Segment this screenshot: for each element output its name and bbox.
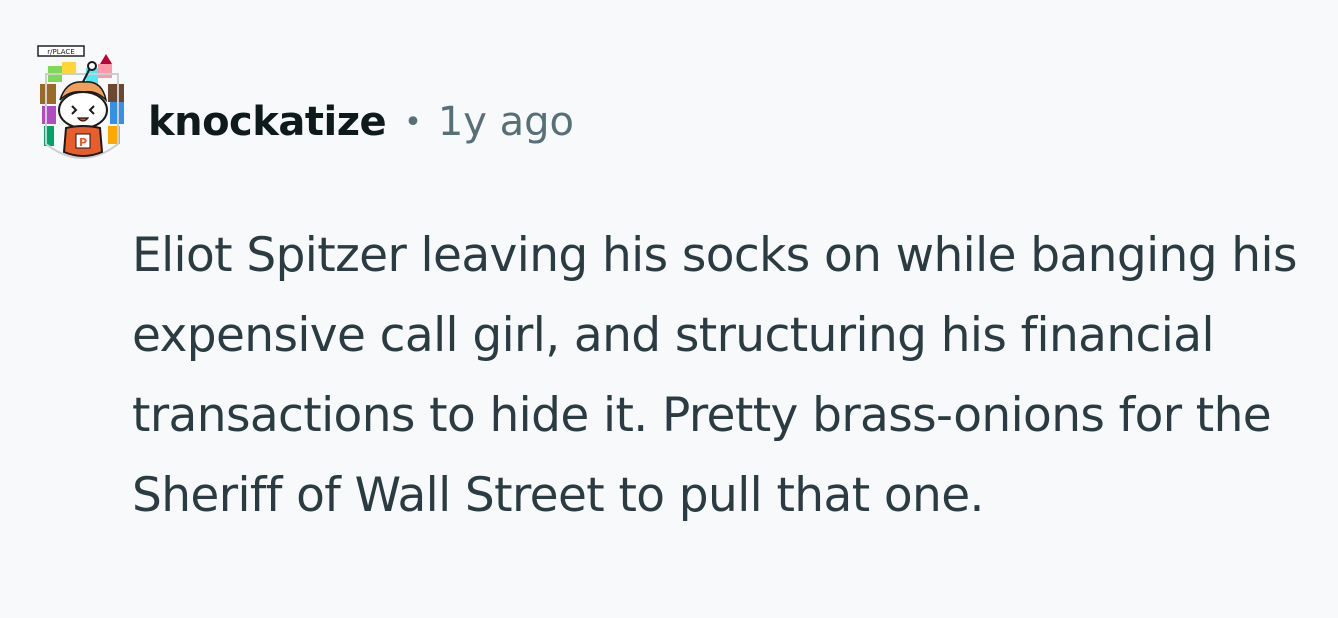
comment-header: knockatize • 1y ago xyxy=(148,96,574,148)
snoo-avatar-icon: r/PLACE P xyxy=(37,45,124,159)
timestamp-link[interactable]: 1y ago xyxy=(438,99,574,145)
meta-separator: • xyxy=(404,104,422,140)
svg-text:P: P xyxy=(79,136,87,149)
svg-text:r/PLACE: r/PLACE xyxy=(47,48,75,56)
username-link[interactable]: knockatize xyxy=(148,99,387,145)
user-avatar[interactable]: r/PLACE P xyxy=(36,44,128,172)
comment-body: Eliot Spitzer leaving his socks on while… xyxy=(132,228,1297,523)
comment: r/PLACE P knockatize • 1y ago Eliot Spit… xyxy=(0,0,1338,618)
